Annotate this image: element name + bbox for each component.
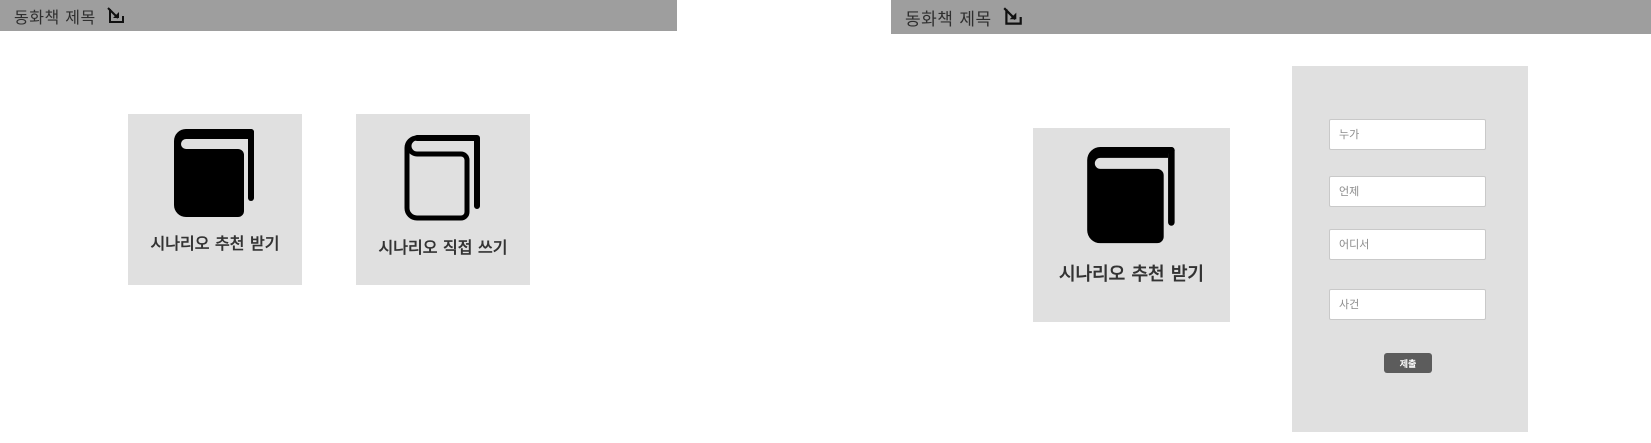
write-scenario-label: 시나리오 직접 쓰기 [378,238,508,257]
when-input[interactable] [1329,176,1486,207]
top-bar: 동화책 제목 [0,0,677,31]
recommend-scenario-label: 시나리오 추천 받기 [1058,264,1204,285]
closed-book-icon [1086,147,1175,244]
page-title: 동화책 제목 [14,7,96,27]
write-scenario-card[interactable]: 시나리오 직접 쓰기 [356,114,530,285]
closed-book-icon [174,129,254,217]
top-bar: 동화책 제목 [891,0,1651,34]
open-book-outline-icon [404,135,480,221]
external-edit-icon[interactable] [1002,7,1024,27]
recommend-scenario-card[interactable]: 시나리오 추천 받기 [1033,128,1230,322]
event-input[interactable] [1329,289,1486,320]
recommend-scenario-label: 시나리오 추천 받기 [150,234,280,253]
who-input[interactable] [1329,119,1486,150]
recommend-scenario-card[interactable]: 시나리오 추천 받기 [128,114,302,285]
scenario-form: 제출 [1292,66,1528,432]
submit-button[interactable]: 제출 [1384,353,1432,373]
where-input[interactable] [1329,229,1486,260]
page-title: 동화책 제목 [905,9,992,30]
external-edit-icon[interactable] [106,6,126,25]
scenario-form-screen: 동화책 제목 시나리오 추천 받기 제출 [891,0,1651,443]
mode-select-screen: 동화책 제목 시나리오 추천 받기 시나리오 직접 쓰기 [0,0,677,443]
